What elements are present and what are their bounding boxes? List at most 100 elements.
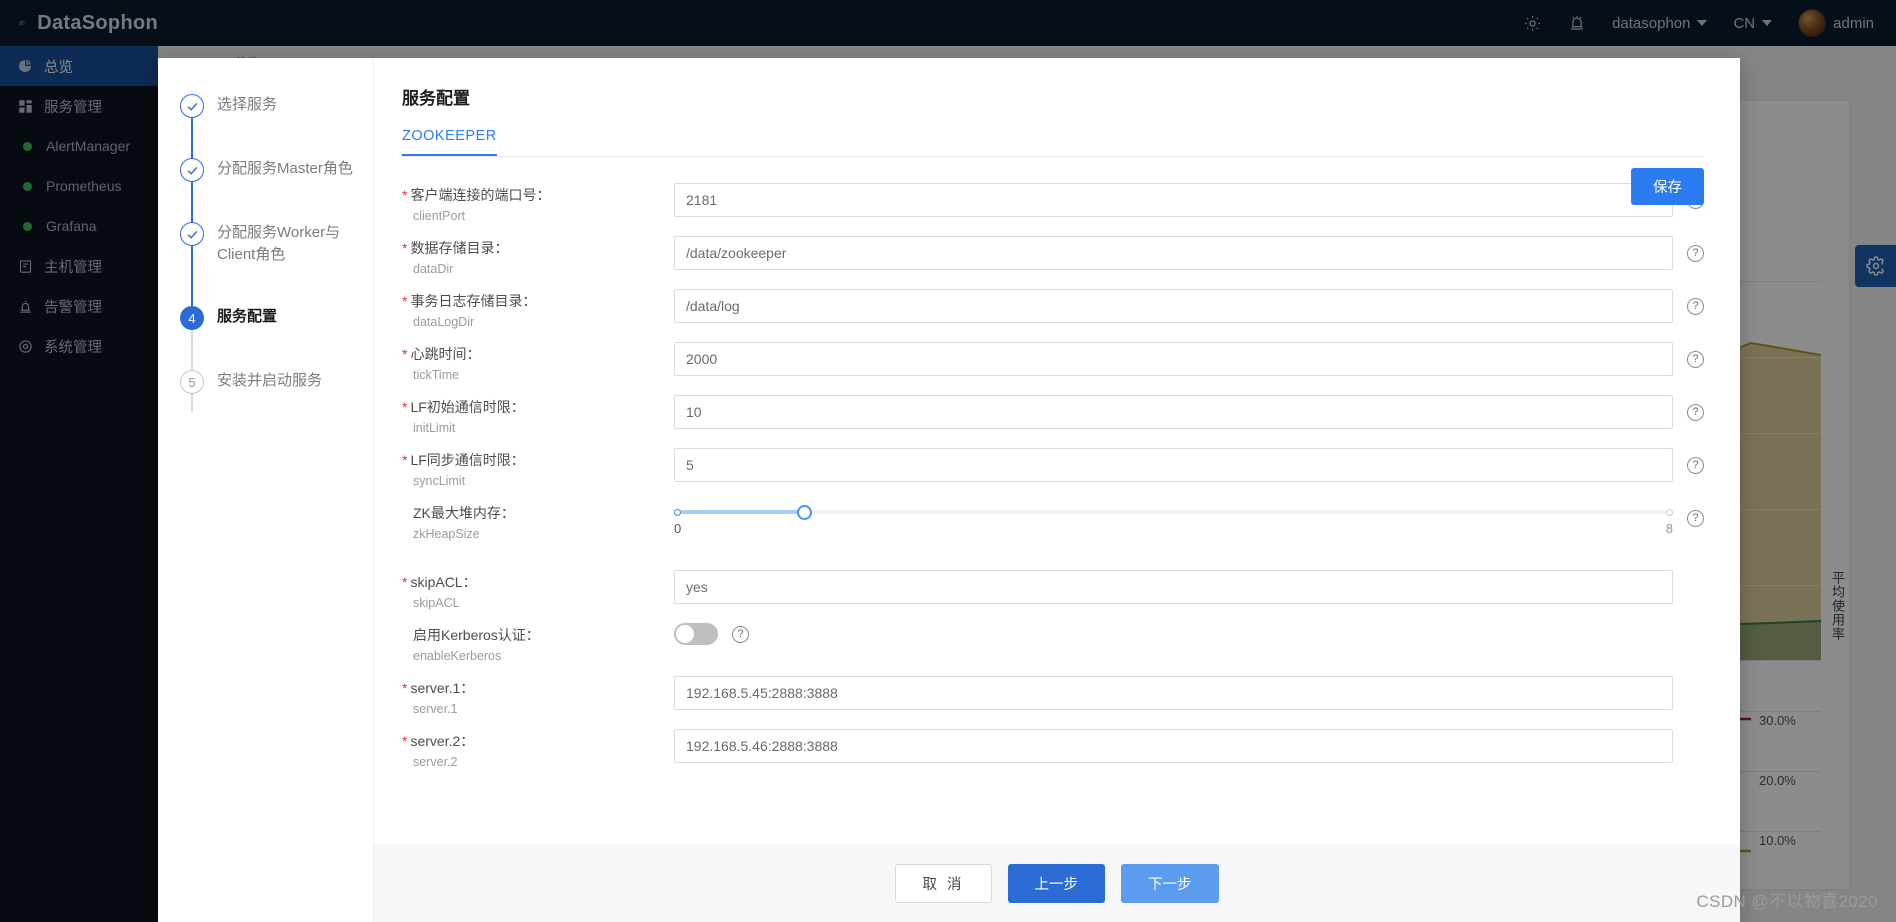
field-control: ? (674, 448, 1704, 482)
field-label: ZK最大堆内存： (413, 505, 515, 521)
field-enableKerberos: 启用Kerberos认证： enableKerberos ? (402, 623, 1704, 666)
step-service-config[interactable]: 4 服务配置 (180, 306, 373, 412)
previous-step-button[interactable]: 上一步 (1007, 863, 1106, 903)
config-form-panel: 服务配置 ZOOKEEPER 保存 * 客户端连接的端口号： clientPort… (373, 58, 1740, 922)
enableKerberos-toggle[interactable] (674, 623, 718, 645)
dataLogDir-input[interactable] (674, 289, 1673, 323)
field-control: ? (674, 729, 1704, 763)
server-2-input[interactable] (674, 729, 1673, 763)
field-label-group: * server.2： server.2 (402, 729, 674, 772)
save-button[interactable]: 保存 (1631, 168, 1704, 205)
field-label: * 客户端连接的端口号： (402, 187, 551, 203)
question-mark-icon[interactable]: ? (1687, 350, 1704, 368)
field-syncLimit: *LF同步通信时限： syncLimit ? (402, 448, 1704, 491)
field-skipACL: *skipACL： skipACL ? (402, 570, 1704, 613)
field-control: ? (674, 183, 1704, 217)
field-control: ? (674, 342, 1704, 376)
initLimit-input[interactable] (674, 395, 1673, 429)
step-label: 安装并启动服务 (217, 372, 323, 389)
step-install-start[interactable]: 5 安装并启动服务 (180, 370, 373, 394)
step-number: 5 (180, 370, 204, 394)
field-label: * 数据存储目录： (402, 240, 509, 256)
field-label: * 心跳时间： (402, 346, 481, 362)
field-label-group: * LF初始通信时限： initLimit (402, 395, 674, 438)
field-zkHeapSize: ZK最大堆内存： zkHeapSize 0 8 ? (402, 501, 1704, 544)
step-label: 服务配置 (217, 308, 278, 325)
question-mark-icon[interactable]: ? (1687, 456, 1704, 474)
step-marker (180, 158, 204, 182)
field-label: * 事务日志存储目录： (402, 293, 537, 309)
syncLimit-input[interactable] (674, 448, 1673, 482)
toggle-knob (676, 625, 694, 643)
step-marker: 5 (180, 370, 204, 394)
field-label-group: * server.1： server.1 (402, 676, 674, 719)
field-control: 0 8 ? (674, 501, 1704, 536)
dataDir-input[interactable] (674, 236, 1673, 270)
clientPort-input[interactable] (674, 183, 1673, 217)
slider-fill (674, 510, 804, 514)
required-marker: * (402, 346, 408, 362)
question-mark-icon[interactable]: ? (1687, 297, 1704, 315)
step-label: 分配服务Master角色 (217, 160, 353, 177)
required-marker: * (402, 240, 408, 256)
question-mark-icon[interactable]: ? (1687, 244, 1704, 262)
slider-max-label: 8 (1665, 521, 1673, 536)
config-fields: *客户端连接的端口号： clientPort ? *数据存储目录： dataDi… (402, 183, 1704, 793)
field-label: * LF同步通信时限： (402, 452, 525, 468)
required-marker: * (402, 399, 408, 415)
slider-min-label: 0 (674, 521, 682, 536)
required-marker: * (402, 733, 408, 749)
field-key: enableKerberos (413, 649, 502, 663)
modal-footer: 取 消 上一步 下一步 (374, 844, 1740, 922)
step-assign-master[interactable]: 分配服务Master角色 (180, 158, 373, 264)
field-control: ? (674, 623, 1704, 645)
field-key: dataLogDir (413, 315, 475, 329)
required-marker: * (402, 293, 408, 309)
slider-handle[interactable] (796, 505, 812, 520)
field-label-group: ZK最大堆内存： zkHeapSize (402, 501, 674, 544)
slider-min-dot (674, 509, 681, 516)
required-marker: * (402, 452, 408, 468)
cancel-button[interactable]: 取 消 (895, 863, 992, 903)
required-marker: * (402, 680, 408, 696)
service-tabs: ZOOKEEPER (402, 127, 1704, 157)
field-label-group: * 数据存储目录： dataDir (402, 236, 674, 279)
step-marker (180, 222, 204, 266)
step-marker: 4 (180, 306, 204, 330)
tickTime-input[interactable] (674, 342, 1673, 376)
skipACL-input[interactable] (674, 570, 1673, 604)
field-label-group: * LF同步通信时限： syncLimit (402, 448, 674, 491)
step-marker (180, 94, 204, 118)
field-label-group: 启用Kerberos认证： enableKerberos (402, 623, 674, 666)
field-server-2: *server.2： server.2 ? (402, 729, 1704, 772)
zkHeapSize-slider[interactable]: 0 8 (674, 501, 1673, 536)
tab-zookeeper[interactable]: ZOOKEEPER (402, 128, 497, 156)
required-marker: * (402, 574, 408, 590)
slider-max-dot (1666, 509, 1673, 516)
field-label: * skipACL： (402, 574, 477, 590)
check-icon (180, 222, 204, 246)
server-1-input[interactable] (674, 676, 1673, 710)
field-label: * LF初始通信时限： (402, 399, 525, 415)
field-label: * server.1： (402, 680, 475, 696)
field-label: 启用Kerberos认证： (413, 627, 540, 643)
question-mark-icon[interactable]: ? (1687, 509, 1704, 527)
next-step-button[interactable]: 下一步 (1121, 863, 1219, 903)
field-control: ? (674, 289, 1704, 323)
field-key: server.2 (413, 755, 458, 769)
field-dataDir: *数据存储目录： dataDir ? (402, 236, 1704, 279)
question-mark-icon[interactable]: ? (1687, 403, 1704, 421)
step-assign-worker-client[interactable]: 分配服务Worker与Client角色 (180, 222, 373, 328)
question-mark-icon[interactable]: ? (732, 625, 749, 643)
field-control: ? (674, 570, 1704, 604)
field-control: ? (674, 676, 1704, 710)
field-key: clientPort (413, 209, 466, 223)
field-label-group: * 心跳时间： tickTime (402, 342, 674, 385)
required-marker: * (402, 187, 408, 203)
field-key: server.1 (413, 702, 458, 716)
wizard-steps: 选择服务 分配服务Master角色 分配服务Worker与Client角色 4 … (158, 58, 373, 922)
field-key: skipACL (413, 596, 460, 610)
step-select-service[interactable]: 选择服务 (180, 94, 373, 200)
step-label: 分配服务Worker与Client角色 (217, 224, 341, 263)
app-root: 0:30 30.0% 20.0% 10.0% 0.0% 0:30 平均使用率 (0, 0, 1896, 922)
